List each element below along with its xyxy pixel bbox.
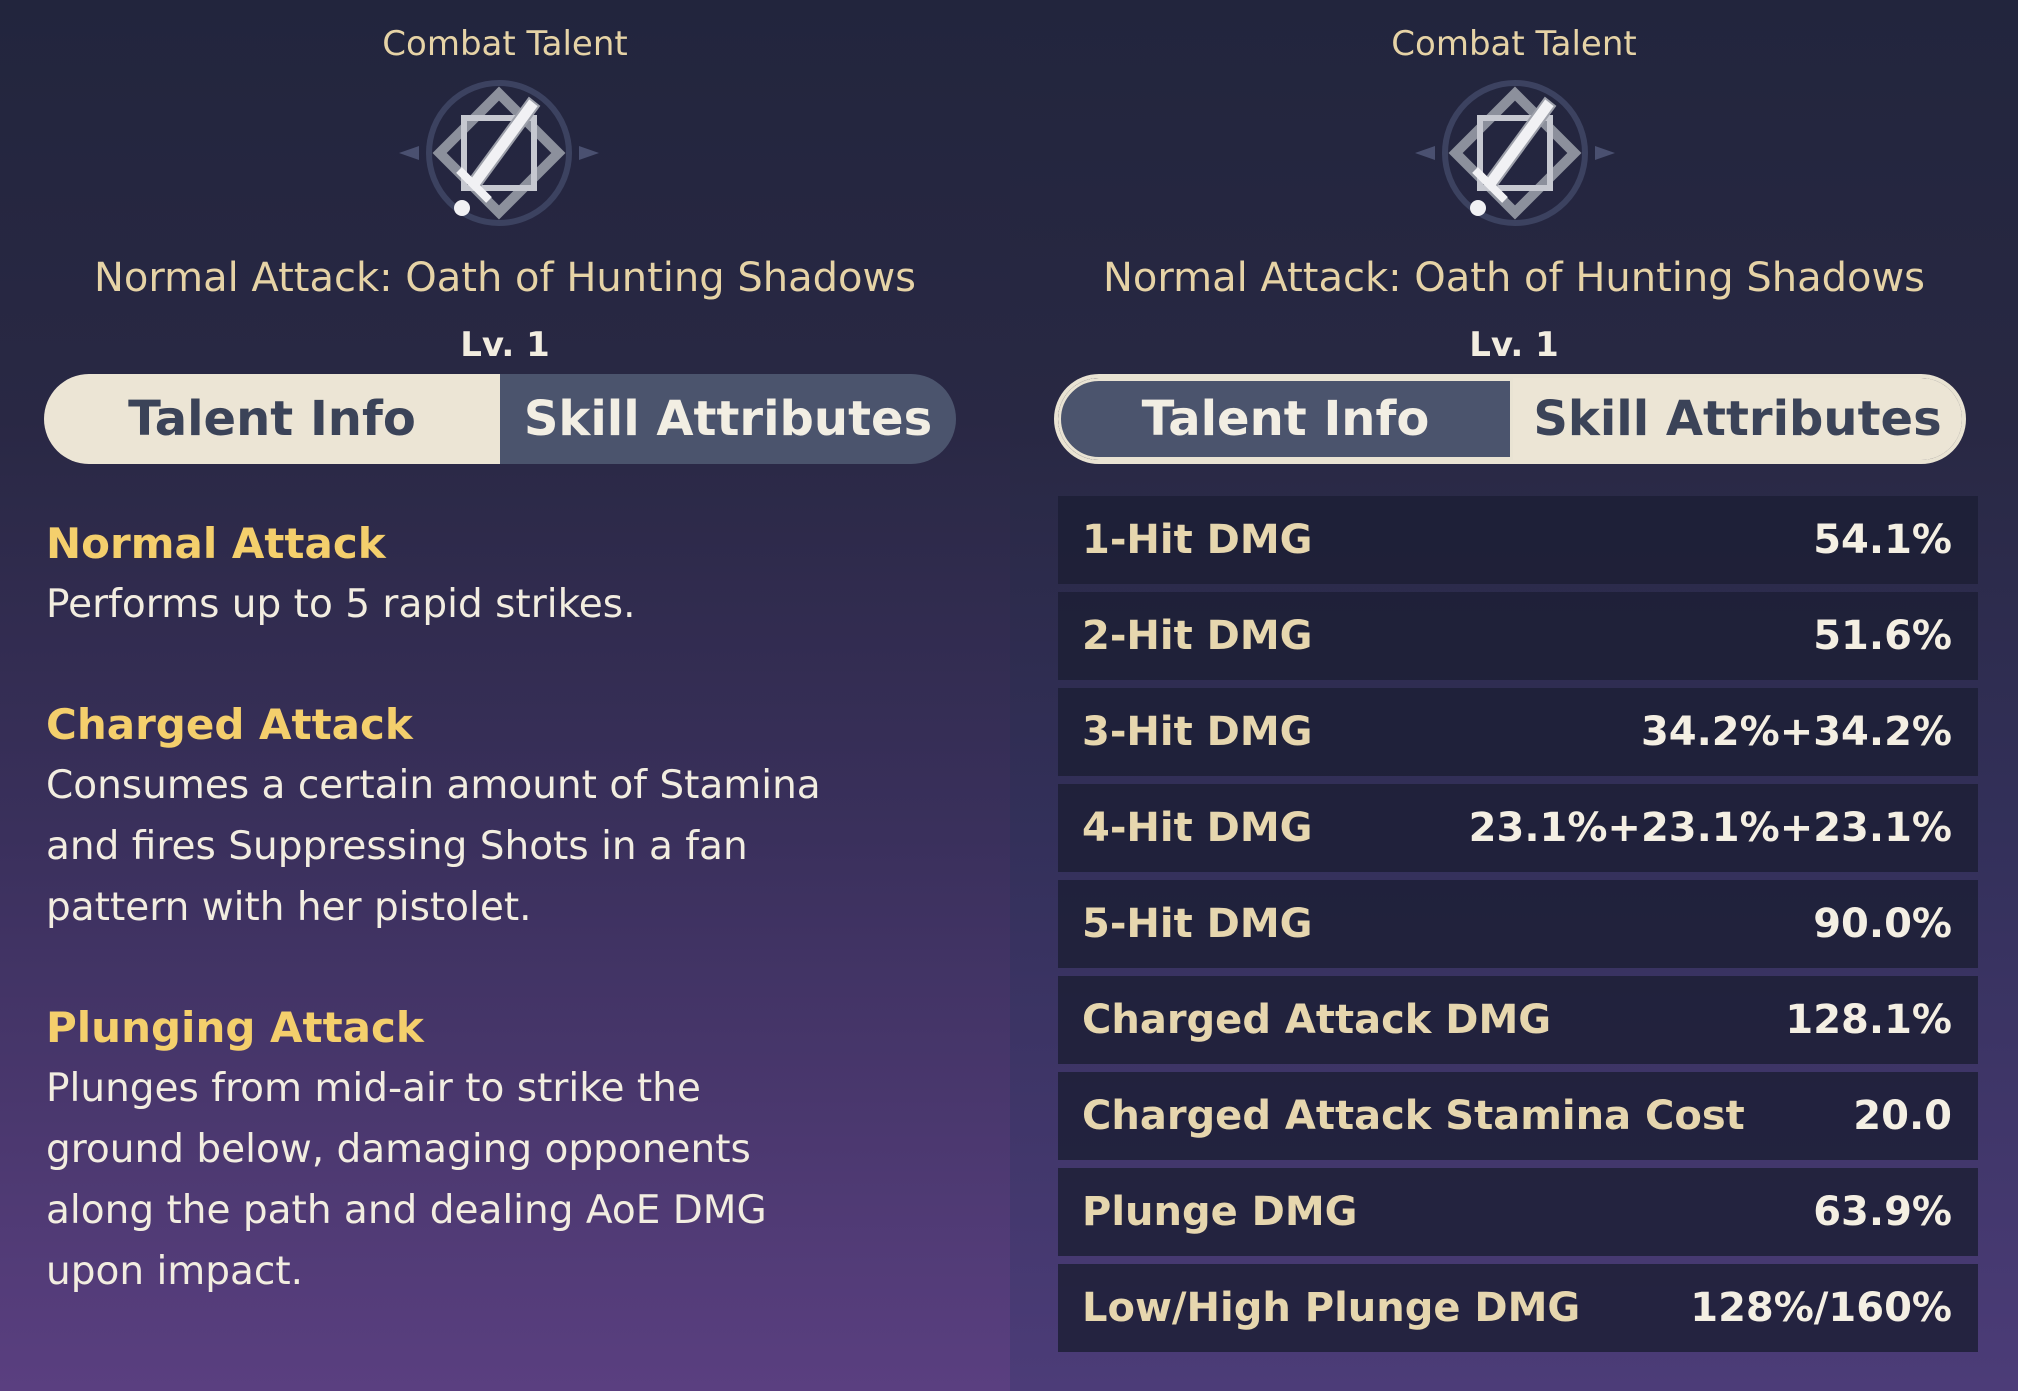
attribute-name: 2-Hit DMG: [1082, 613, 1313, 659]
section-text: pattern with her pistolet.: [46, 885, 532, 930]
attribute-row: Plunge DMG 63.9%: [1058, 1168, 1978, 1256]
attribute-name: 3-Hit DMG: [1082, 709, 1313, 755]
attribute-value: 128.1%: [1785, 997, 1952, 1043]
attribute-row: Charged Attack Stamina Cost 20.0: [1058, 1072, 1978, 1160]
attribute-name: 1-Hit DMG: [1082, 517, 1313, 563]
section-heading: Normal Attack: [46, 519, 386, 568]
sword-emblem-icon: [379, 78, 619, 228]
section-text: upon impact.: [46, 1249, 304, 1294]
attribute-value: 128%/160%: [1690, 1285, 1952, 1331]
attribute-name: Charged Attack DMG: [1082, 997, 1552, 1043]
attribute-name: 5-Hit DMG: [1082, 901, 1313, 947]
attribute-row: 2-Hit DMG 51.6%: [1058, 592, 1978, 680]
attribute-name: Charged Attack Stamina Cost: [1082, 1093, 1745, 1139]
attribute-value: 51.6%: [1813, 613, 1952, 659]
talent-category-label: Combat Talent: [1391, 24, 1637, 64]
tab-toggle: Talent Info Skill Attributes: [44, 374, 956, 464]
skill-name: Normal Attack: Oath of Hunting Shadows: [1102, 255, 1926, 301]
section-text: and fires Suppressing Shots in a fan: [46, 824, 748, 869]
skill-attributes-panel: Combat Talent Normal Attack: Oath of Hun…: [1010, 0, 2018, 1391]
section-text: ground below, damaging opponents: [46, 1127, 751, 1172]
attribute-value: 54.1%: [1813, 517, 1952, 563]
tab-skill-attributes[interactable]: Skill Attributes: [1513, 378, 1962, 460]
talent-info-panel: Combat Talent Normal Attack: Oath of Hun…: [0, 0, 1010, 1391]
section-text: Performs up to 5 rapid strikes.: [46, 582, 636, 627]
attribute-row: Charged Attack DMG 128.1%: [1058, 976, 1978, 1064]
attribute-row: 1-Hit DMG 54.1%: [1058, 496, 1978, 584]
attribute-value: 90.0%: [1813, 901, 1952, 947]
attribute-value: 20.0: [1853, 1093, 1952, 1139]
tab-toggle: Talent Info Skill Attributes: [1054, 374, 1966, 464]
tab-talent-info[interactable]: Talent Info: [1058, 378, 1513, 460]
tab-skill-attributes[interactable]: Skill Attributes: [500, 374, 956, 464]
skill-level: Lv. 1: [460, 325, 550, 365]
talent-category-label: Combat Talent: [382, 24, 628, 64]
attribute-name: Low/High Plunge DMG: [1082, 1285, 1581, 1331]
attribute-value: 34.2%+34.2%: [1640, 709, 1952, 755]
attribute-row: 3-Hit DMG 34.2%+34.2%: [1058, 688, 1978, 776]
section-normal-attack: Normal Attack Performs up to 5 rapid str…: [46, 514, 966, 635]
section-charged-attack: Charged Attack Consumes a certain amount…: [46, 695, 966, 938]
attribute-table: 1-Hit DMG 54.1% 2-Hit DMG 51.6% 3-Hit DM…: [1058, 496, 1978, 1360]
attribute-row: Low/High Plunge DMG 128%/160%: [1058, 1264, 1978, 1352]
section-heading: Charged Attack: [46, 700, 413, 749]
skill-level: Lv. 1: [1469, 325, 1559, 365]
skill-name: Normal Attack: Oath of Hunting Shadows: [93, 255, 917, 301]
sword-emblem-icon: [1395, 78, 1635, 228]
section-heading: Plunging Attack: [46, 1003, 424, 1052]
section-text: Plunges from mid-air to strike the: [46, 1066, 701, 1111]
attribute-value: 63.9%: [1813, 1189, 1952, 1235]
attribute-value: 23.1%+23.1%+23.1%: [1468, 805, 1952, 851]
section-text: along the path and dealing AoE DMG: [46, 1188, 767, 1233]
section-plunging-attack: Plunging Attack Plunges from mid-air to …: [46, 998, 966, 1302]
attribute-name: 4-Hit DMG: [1082, 805, 1313, 851]
attribute-name: Plunge DMG: [1082, 1189, 1358, 1235]
section-text: Consumes a certain amount of Stamina: [46, 763, 821, 808]
attribute-row: 5-Hit DMG 90.0%: [1058, 880, 1978, 968]
attribute-row: 4-Hit DMG 23.1%+23.1%+23.1%: [1058, 784, 1978, 872]
tab-talent-info[interactable]: Talent Info: [44, 374, 500, 464]
